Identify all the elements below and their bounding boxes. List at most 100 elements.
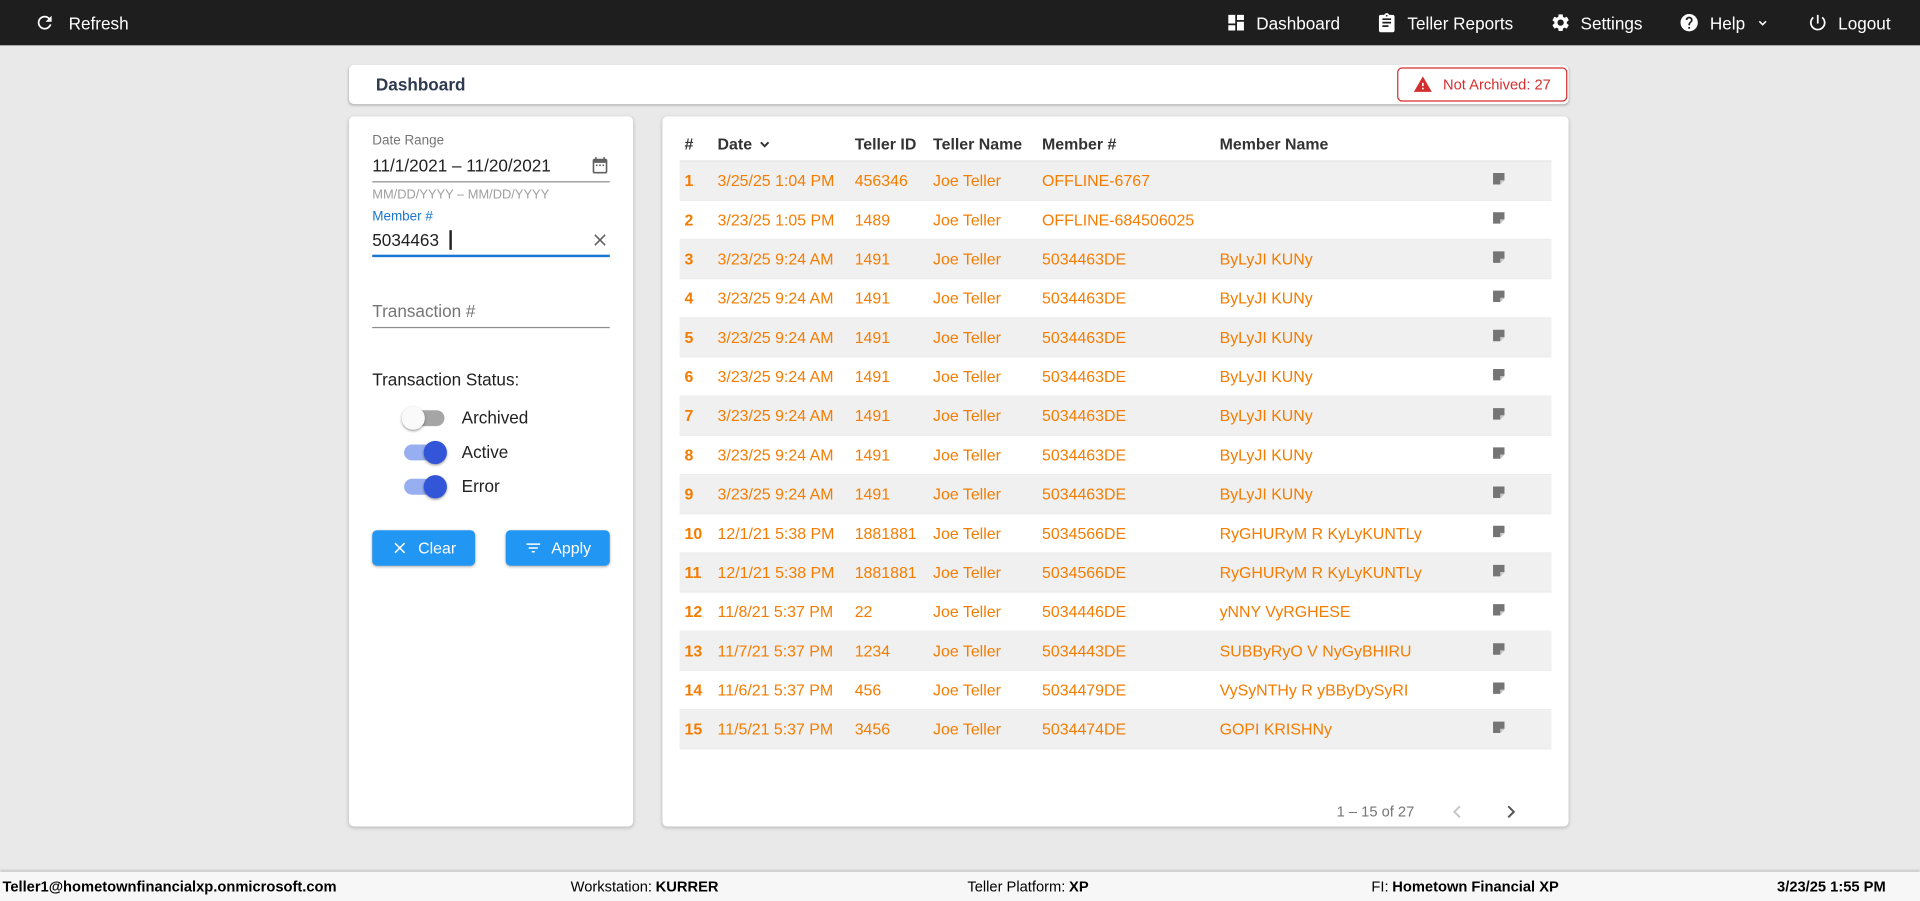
topbar-item-dashboard[interactable]: Dashboard [1226,12,1340,33]
date-range-value: 11/1/2021 – 11/20/2021 [372,155,551,176]
cell-member_num: 5034463DE [1042,367,1127,386]
column-header--[interactable]: # [680,134,713,152]
table-row[interactable]: 7 3/23/25 9:24 AM 1491 Joe Teller 5034463DE B… [679,396,1552,436]
table-row[interactable]: 8 3/23/25 9:24 AM 1491 Joe Teller 5034463DE B… [679,436,1552,476]
column-header-member-name[interactable]: Member Name [1215,134,1488,152]
cell-note [1488,288,1552,309]
table-row[interactable]: 11 12/1/21 5:38 PM 1881881 Joe Teller 503456… [679,553,1552,593]
cell-date: 3/23/25 9:24 AM [717,406,834,425]
note-icon[interactable] [1490,680,1507,697]
table-row[interactable]: 12 11/8/21 5:37 PM 22 Joe Teller 5034446DE yN… [679,593,1552,632]
teller-platform-info: Teller Platform: XP [967,878,1088,895]
note-icon[interactable] [1490,523,1507,540]
table-row[interactable]: 5 3/23/25 9:24 AM 1491 Joe Teller 5034463DE B… [679,318,1552,358]
cell-member_num: 5034463DE [1042,249,1127,269]
cell-teller_name: Joe Teller [933,563,1001,582]
note-icon[interactable] [1490,366,1507,383]
table-body: 1 3/25/25 1:04 PM 456346 Joe Teller OFFLINE-… [679,161,1552,750]
not-archived-label: Not Archived: 27 [1443,75,1551,94]
column-header-member-[interactable]: Member # [1037,134,1215,152]
not-archived-badge[interactable]: Not Archived: 27 [1397,67,1568,102]
cell-note [1488,640,1552,661]
table-row[interactable]: 10 12/1/21 5:38 PM 1881881 Joe Teller 503456… [679,514,1552,554]
table-row[interactable]: 6 3/23/25 9:24 AM 1491 Joe Teller 5034463DE B… [679,358,1552,397]
cell-member_num: 5034479DE [1042,680,1127,700]
date-range-label: Date Range [372,133,445,149]
cell-num: 14 [684,680,703,700]
toggle-archived[interactable] [401,405,445,430]
topbar-item-label: Settings [1580,12,1643,33]
previous-page-button [1446,801,1468,823]
note-icon[interactable] [1490,249,1507,266]
table-row[interactable]: 3 3/23/25 9:24 AM 1491 Joe Teller 5034463DE B… [679,240,1552,280]
workstation-value: KURRER [655,877,719,896]
refresh-button[interactable]: Refresh [34,12,129,33]
toggle-active[interactable] [404,440,447,464]
cell-date: 3/23/25 9:24 AM [717,484,834,504]
table-row[interactable]: 9 3/23/25 9:24 AM 1491 Joe Teller 5034463DE B… [679,475,1552,515]
cell-teller_name: Joe Teller [933,249,1001,269]
note-icon[interactable] [1490,601,1507,618]
cell-num: 6 [684,367,694,386]
apply-button-label: Apply [551,538,592,558]
cell-num: 8 [684,445,694,465]
clear-button[interactable]: Clear [372,530,476,566]
warning-icon [1414,75,1434,95]
cell-teller_id: 1881881 [854,524,917,543]
power-icon [1808,12,1829,33]
cell-teller_id: 456 [854,680,882,700]
note-icon[interactable] [1490,484,1507,501]
next-page-button[interactable] [1500,801,1522,823]
cell-num: 15 [684,720,703,739]
workstation-info: Workstation: KURRER [571,878,719,895]
cell-note [1488,170,1552,191]
apply-button[interactable]: Apply [505,530,610,566]
transaction-number-input[interactable] [372,301,610,321]
member-number-input[interactable] [372,230,449,250]
topbar-item-teller-reports[interactable]: Teller Reports [1377,12,1513,33]
column-header-date[interactable]: Date [713,134,850,152]
note-icon[interactable] [1490,288,1507,305]
note-icon[interactable] [1490,170,1507,187]
table-row[interactable]: 1 3/25/25 1:04 PM 456346 Joe Teller OFFLINE-… [679,161,1552,201]
column-header-teller-name[interactable]: Teller Name [928,134,1037,152]
table-row[interactable]: 13 11/7/21 5:37 PM 1234 Joe Teller 5034443DE… [679,631,1552,672]
topbar-item-settings[interactable]: Settings [1550,12,1643,33]
transactions-table: # Date Teller ID Teller Name Member # Member … [662,116,1569,827]
refresh-label: Refresh [68,12,129,33]
table-row[interactable]: 4 3/23/25 9:24 AM 1491 Joe Teller 5034463DE B… [679,279,1552,319]
cell-note [1488,444,1552,465]
note-icon[interactable] [1490,209,1507,226]
date-range-field[interactable]: Date Range 11/1/2021 – 11/20/2021 MM/DD/… [372,133,610,202]
cell-num: 4 [684,288,694,308]
cell-member_num: 5034463DE [1042,484,1127,504]
cell-num: 3 [684,249,694,269]
cell-member_name: GOPI KRISHNy [1219,720,1332,739]
note-icon[interactable] [1490,719,1507,736]
cell-note [1488,601,1552,622]
cell-date: 11/5/21 5:37 PM [717,720,834,739]
sort-desc-icon [756,134,774,152]
app-window: Refresh Dashboard Teller Reports Settings H… [0,0,1920,901]
note-icon[interactable] [1490,640,1507,657]
calendar-icon[interactable] [590,156,610,176]
cell-member_num: 5034446DE [1042,602,1127,621]
cell-teller_name: Joe Teller [933,484,1001,504]
topbar-item-logout[interactable]: Logout [1808,12,1891,33]
table-row[interactable]: 14 11/6/21 5:37 PM 456 Joe Teller 5034479DE V… [679,671,1552,711]
note-icon[interactable] [1490,444,1507,461]
note-icon[interactable] [1490,562,1507,579]
table-row[interactable]: 15 11/5/21 5:37 PM 3456 Joe Teller 5034474DE… [679,710,1552,750]
table-row[interactable]: 2 3/23/25 1:05 PM 1489 Joe Teller OFFLINE-68… [679,201,1552,240]
toggle-label: Active [461,442,509,462]
note-icon[interactable] [1490,327,1507,344]
cell-num: 13 [684,641,703,660]
clear-member-icon[interactable] [590,230,610,250]
topbar-item-help[interactable]: Help [1679,12,1771,33]
column-header-teller-id[interactable]: Teller ID [850,134,928,152]
cell-num: 2 [684,210,694,229]
note-icon[interactable] [1490,405,1507,422]
toggle-error[interactable] [404,474,447,498]
pagination: 1 – 15 of 27 [680,801,1552,823]
cell-teller_id: 1491 [854,328,891,347]
